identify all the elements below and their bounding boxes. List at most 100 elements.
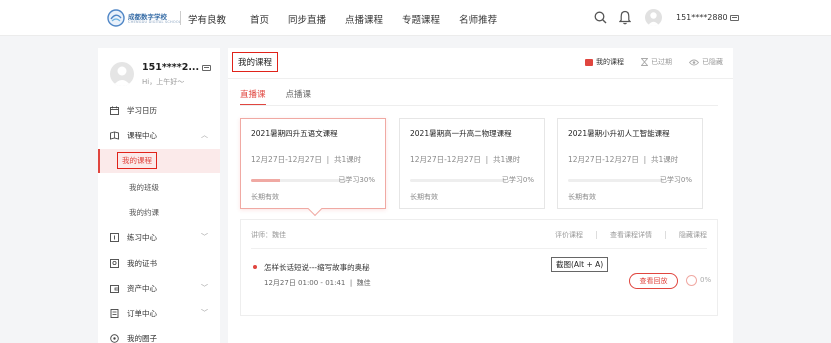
course-hours: 共1课时 <box>650 155 679 164</box>
course-card[interactable]: 2021暑期四升五语文课程 12月27日-12月27日 | 共1课时 已学习30… <box>240 118 386 209</box>
course-card[interactable]: 2021暑期小升初人工智能课程 12月27日-12月27日 | 共1课时 已学习… <box>557 118 703 209</box>
course-actions: 评价课程 查看课程详情 隐藏课程 <box>555 230 707 240</box>
nav-home[interactable]: 首页 <box>250 12 269 26</box>
main-panel: 我的课程 我的课程 已过期 已隐藏 直播课 点播课 2021暑期四升五语文课程 … <box>228 48 733 343</box>
profile-name-text: 151****2... <box>142 62 200 73</box>
certificate-icon <box>110 258 119 268</box>
page-title: 我的课程 <box>232 52 279 72</box>
progress-ring-icon <box>686 275 697 286</box>
order-icon <box>110 308 119 318</box>
circle-icon <box>110 333 119 343</box>
course-title: 2021暑期高一升高二物理课程 <box>410 129 512 138</box>
main-nav: 首页 同步直播 点播课程 专题课程 名师推荐 <box>250 12 516 26</box>
profile-name: 151****2... <box>142 62 212 73</box>
bell-icon[interactable] <box>619 10 631 25</box>
sidebar-item-label: 学习日历 <box>127 105 157 115</box>
course-progress-bar <box>568 179 664 182</box>
sidebar-item-assets[interactable]: 资产中心 <box>110 280 157 296</box>
nav-teachers[interactable]: 名师推荐 <box>459 12 497 26</box>
screenshot-tooltip: 截图(Alt + A) <box>551 257 609 272</box>
link-label: 我的课程 <box>596 58 624 66</box>
sidebar-sub-my-bookings[interactable]: 我的约课 <box>129 207 159 218</box>
nav-topics[interactable]: 专题课程 <box>402 12 440 26</box>
sidebar-sub-my-courses[interactable]: 我的课程 <box>117 152 157 169</box>
course-progress-text: 已学习0% <box>659 176 692 184</box>
course-hours: 共1课时 <box>492 155 521 164</box>
lesson-time-range: 12月27日 01:00 - 01:41 <box>264 279 346 287</box>
course-validity: 长期有效 <box>251 193 279 201</box>
sidebar-item-label: 我的证书 <box>127 258 157 268</box>
user-phone: 151****2880 <box>676 13 728 22</box>
profile-avatar[interactable] <box>110 62 134 86</box>
profile-greeting: Hi，上午好～ <box>142 78 185 86</box>
lesson-progress: 0% <box>700 276 712 284</box>
hourglass-icon <box>641 58 648 66</box>
progress-fill <box>251 179 280 182</box>
link-hidden[interactable]: 已隐藏 <box>689 57 723 67</box>
brand-name: 学有良教 <box>188 15 227 26</box>
sidebar-item-label: 订单中心 <box>127 308 157 318</box>
chevron-up-icon[interactable]: ︿ <box>201 130 208 140</box>
school-subtitle: CHENGDU DIGITAL SCHOOL <box>128 20 181 24</box>
sidebar-item-label: 课程中心 <box>127 130 157 140</box>
sidebar-item-orders[interactable]: 订单中心 <box>110 305 157 321</box>
course-title: 2021暑期四升五语文课程 <box>251 129 338 138</box>
card-icon <box>202 64 212 71</box>
sidebar-item-circles[interactable]: 我的圈子 <box>110 330 157 343</box>
lesson-bullet <box>253 265 257 269</box>
search-icon[interactable] <box>594 11 607 24</box>
course-date: 12月27日-12月27日 | 共1课时 <box>410 154 520 165</box>
nav-sync-live[interactable]: 同步直播 <box>288 12 326 26</box>
nav-on-demand[interactable]: 点播课程 <box>345 12 383 26</box>
practice-icon <box>110 232 119 242</box>
hide-course-link[interactable]: 隐藏课程 <box>679 230 707 240</box>
course-validity: 长期有效 <box>568 193 596 201</box>
course-details-link[interactable]: 查看课程详情 <box>610 230 652 240</box>
course-date-range: 12月27日-12月27日 <box>568 155 639 164</box>
course-tabs: 直播课 点播课 <box>240 88 311 106</box>
view-replay-button[interactable]: 查看回放 <box>629 273 678 289</box>
sidebar-item-label: 我的圈子 <box>127 333 157 343</box>
course-date-range: 12月27日-12月27日 <box>410 155 481 164</box>
tab-rule <box>240 105 718 106</box>
course-progress-bar <box>410 179 506 182</box>
chevron-down-icon[interactable]: ﹀ <box>201 308 208 318</box>
user-avatar[interactable] <box>645 9 662 26</box>
course-hours: 共1课时 <box>333 155 362 164</box>
course-date: 12月27日-12月27日 | 共1课时 <box>251 154 361 165</box>
lesson-separator: | <box>349 279 353 287</box>
sidebar-sub-my-classes[interactable]: 我的班级 <box>129 182 159 193</box>
link-divider <box>596 231 597 239</box>
sidebar-item-practice[interactable]: 练习中心 <box>110 229 157 245</box>
link-expired[interactable]: 已过期 <box>641 57 672 67</box>
sidebar-item-label: 练习中心 <box>127 232 157 242</box>
course-date: 12月27日-12月27日 | 共1课时 <box>568 154 678 165</box>
user-menu[interactable]: 151****2880 <box>676 13 739 22</box>
detail-rule <box>251 248 707 249</box>
top-header: 成都数字学校 CHENGDU DIGITAL SCHOOL 学有良教 首页 同步… <box>0 0 831 36</box>
header-divider <box>180 11 181 25</box>
lesson-title[interactable]: 怎样长话短说---缩写故事的奥秘 <box>264 262 370 273</box>
eye-icon <box>689 59 699 65</box>
school-logo-icon[interactable] <box>107 9 125 27</box>
sidebar-item-calendar[interactable]: 学习日历 <box>110 102 157 118</box>
tab-on-demand-courses[interactable]: 点播课 <box>286 88 312 106</box>
chevron-down-icon[interactable]: ﹀ <box>201 283 208 293</box>
link-my-courses[interactable]: 我的课程 <box>585 57 624 67</box>
rate-course-link[interactable]: 评价课程 <box>555 230 583 240</box>
course-progress-bar <box>251 179 347 182</box>
lesson-time: 12月27日 01:00 - 01:41 | 魏佳 <box>264 278 371 288</box>
chevron-down-icon[interactable]: ﹀ <box>201 232 208 242</box>
course-card[interactable]: 2021暑期高一升高二物理课程 12月27日-12月27日 | 共1课时 已学习… <box>399 118 545 209</box>
link-label: 已过期 <box>651 58 672 66</box>
sidebar-item-certificates[interactable]: 我的证书 <box>110 255 157 271</box>
sidebar-item-course-center[interactable]: 课程中心 <box>110 127 157 143</box>
card-icon <box>729 14 739 21</box>
sidebar: 151****2... Hi，上午好～ 学习日历 课程中心 ︿ 我的课程 我的班… <box>98 48 220 343</box>
tab-live-courses[interactable]: 直播课 <box>240 88 266 106</box>
course-validity: 长期有效 <box>410 193 438 201</box>
course-title: 2021暑期小升初人工智能课程 <box>568 129 670 138</box>
header-rule <box>228 78 733 79</box>
link-divider <box>665 231 666 239</box>
course-progress-text: 已学习30% <box>338 176 375 184</box>
